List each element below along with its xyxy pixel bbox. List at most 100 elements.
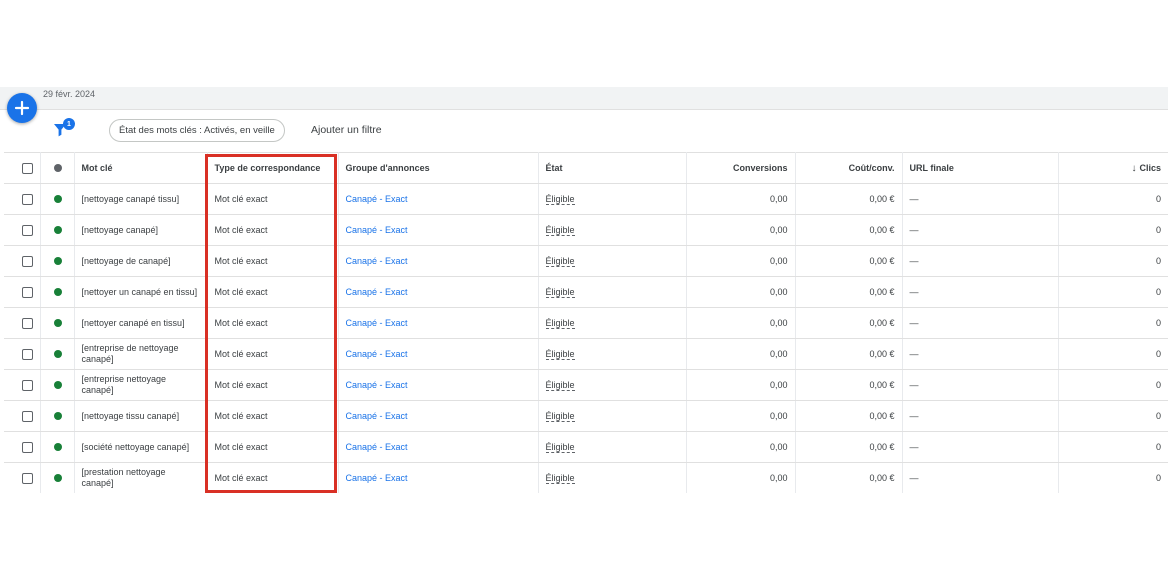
match-type-cell: Mot clé exact: [207, 338, 339, 370]
row-checkbox[interactable]: [22, 348, 33, 360]
status-header-dot-icon: [53, 164, 62, 172]
keyword-cell[interactable]: [prestation nettoyage canapé]: [74, 462, 208, 494]
final-url-column-header[interactable]: URL finale: [902, 152, 1059, 184]
cost-per-conversion-column-header[interactable]: Coût/conv.: [795, 152, 903, 184]
status-cell: Éligible: [538, 338, 687, 370]
keyword-cell[interactable]: [nettoyer un canapé en tissu]: [74, 276, 208, 308]
table-row[interactable]: [nettoyer un canapé en tissu] Mot clé exa…: [4, 276, 1168, 308]
status-value[interactable]: Éligible: [545, 225, 575, 236]
cost-per-conversion-cell: 0,00 €: [795, 276, 903, 308]
ad-group-link[interactable]: Canapé - Exact: [346, 194, 408, 204]
clicks-cell: 0: [1058, 462, 1168, 494]
status-value[interactable]: Éligible: [545, 380, 575, 391]
keyword-cell[interactable]: [nettoyage canapé]: [74, 214, 208, 246]
match-type-cell: Mot clé exact: [207, 369, 339, 401]
status-value[interactable]: Éligible: [545, 194, 575, 205]
row-checkbox[interactable]: [22, 286, 33, 298]
row-status-dot-cell: [40, 183, 75, 215]
table-row[interactable]: [nettoyage canapé] Mot clé exact Canapé - …: [4, 214, 1168, 246]
row-checkbox[interactable]: [22, 410, 33, 422]
keyword-cell[interactable]: [nettoyage canapé tissu]: [74, 183, 208, 215]
table-row[interactable]: [entreprise nettoyage canapé] Mot clé exa…: [4, 369, 1168, 401]
row-checkbox[interactable]: [22, 472, 33, 484]
row-checkbox[interactable]: [22, 317, 33, 329]
match-type-column-header[interactable]: Type de correspondance: [207, 152, 339, 184]
keyword-cell[interactable]: [entreprise de nettoyage canapé]: [74, 338, 208, 370]
ad-group-cell: Canapé - Exact: [338, 183, 539, 215]
status-value[interactable]: Éligible: [545, 473, 575, 484]
status-column-header[interactable]: État: [538, 152, 687, 184]
table-row[interactable]: [nettoyage tissu canapé] Mot clé exact Can…: [4, 400, 1168, 432]
ad-group-link[interactable]: Canapé - Exact: [346, 411, 408, 421]
ad-group-link[interactable]: Canapé - Exact: [346, 380, 408, 390]
conversions-cell: 0,00: [686, 400, 796, 432]
table-row[interactable]: [nettoyage de canapé] Mot clé exact Canapé…: [4, 245, 1168, 277]
ad-group-link[interactable]: Canapé - Exact: [346, 318, 408, 328]
status-dot-header: [40, 152, 75, 184]
ad-group-link[interactable]: Canapé - Exact: [346, 225, 408, 235]
status-cell: Éligible: [538, 245, 687, 277]
conversions-cell: 0,00: [686, 369, 796, 401]
row-checkbox-cell: [4, 462, 41, 494]
row-status-dot-cell: [40, 214, 75, 246]
table-row[interactable]: [nettoyage canapé tissu] Mot clé exact Can…: [4, 183, 1168, 215]
status-cell: Éligible: [538, 431, 687, 463]
enabled-status-icon: [53, 226, 62, 234]
row-checkbox[interactable]: [22, 193, 33, 205]
row-status-dot-cell: [40, 462, 75, 494]
row-checkbox[interactable]: [22, 441, 33, 453]
keyword-cell[interactable]: [nettoyage de canapé]: [74, 245, 208, 277]
row-checkbox[interactable]: [22, 224, 33, 236]
keyword-column-header[interactable]: Mot clé: [74, 152, 208, 184]
conversions-column-header[interactable]: Conversions: [686, 152, 796, 184]
enabled-status-icon: [53, 195, 62, 203]
conversions-cell: 0,00: [686, 462, 796, 494]
conversions-cell: 0,00: [686, 431, 796, 463]
enabled-status-icon: [53, 381, 62, 389]
status-value[interactable]: Éligible: [545, 442, 575, 453]
keyword-cell[interactable]: [entreprise nettoyage canapé]: [74, 369, 208, 401]
table-row[interactable]: [nettoyer canapé en tissu] Mot clé exact C…: [4, 307, 1168, 339]
table-row[interactable]: [société nettoyage canapé] Mot clé exact C…: [4, 431, 1168, 463]
enabled-status-icon: [53, 257, 62, 265]
final-url-cell: —: [902, 276, 1059, 308]
select-all-checkbox[interactable]: [22, 162, 33, 174]
ad-group-cell: Canapé - Exact: [338, 214, 539, 246]
ad-group-link[interactable]: Canapé - Exact: [346, 256, 408, 266]
ad-group-cell: Canapé - Exact: [338, 369, 539, 401]
ad-group-column-header[interactable]: Groupe d'annonces: [338, 152, 539, 184]
row-checkbox[interactable]: [22, 255, 33, 267]
table-row[interactable]: [prestation nettoyage canapé] Mot clé exa…: [4, 462, 1168, 494]
enabled-status-icon: [53, 443, 62, 451]
add-filter-button[interactable]: Ajouter un filtre: [311, 124, 382, 136]
match-type-cell: Mot clé exact: [207, 431, 339, 463]
table-row[interactable]: [entreprise de nettoyage canapé] Mot clé …: [4, 338, 1168, 370]
enabled-status-icon: [53, 319, 62, 327]
keyword-cell[interactable]: [nettoyer canapé en tissu]: [74, 307, 208, 339]
ad-group-link[interactable]: Canapé - Exact: [346, 287, 408, 297]
ad-group-link[interactable]: Canapé - Exact: [346, 349, 408, 359]
keyword-cell[interactable]: [nettoyage tissu canapé]: [74, 400, 208, 432]
final-url-cell: —: [902, 431, 1059, 463]
final-url-cell: —: [902, 307, 1059, 339]
clicks-cell: 0: [1058, 214, 1168, 246]
clicks-cell: 0: [1058, 245, 1168, 277]
ad-group-link[interactable]: Canapé - Exact: [346, 442, 408, 452]
row-status-dot-cell: [40, 338, 75, 370]
row-checkbox-cell: [4, 338, 41, 370]
status-value[interactable]: Éligible: [545, 287, 575, 298]
keyword-status-filter-chip[interactable]: État des mots clés : Activés, en veille: [109, 119, 285, 142]
status-value[interactable]: Éligible: [545, 349, 575, 360]
add-button[interactable]: [7, 93, 37, 123]
row-checkbox[interactable]: [22, 379, 33, 391]
conversions-cell: 0,00: [686, 245, 796, 277]
table-header-row: Mot clé Type de correspondance Groupe d'…: [4, 152, 1168, 184]
status-value[interactable]: Éligible: [545, 256, 575, 267]
keyword-cell[interactable]: [société nettoyage canapé]: [74, 431, 208, 463]
status-value[interactable]: Éligible: [545, 411, 575, 422]
status-value[interactable]: Éligible: [545, 318, 575, 329]
ad-group-cell: Canapé - Exact: [338, 338, 539, 370]
clicks-column-header[interactable]: ↓ Clics: [1058, 152, 1168, 184]
ad-group-link[interactable]: Canapé - Exact: [346, 473, 408, 483]
row-status-dot-cell: [40, 369, 75, 401]
